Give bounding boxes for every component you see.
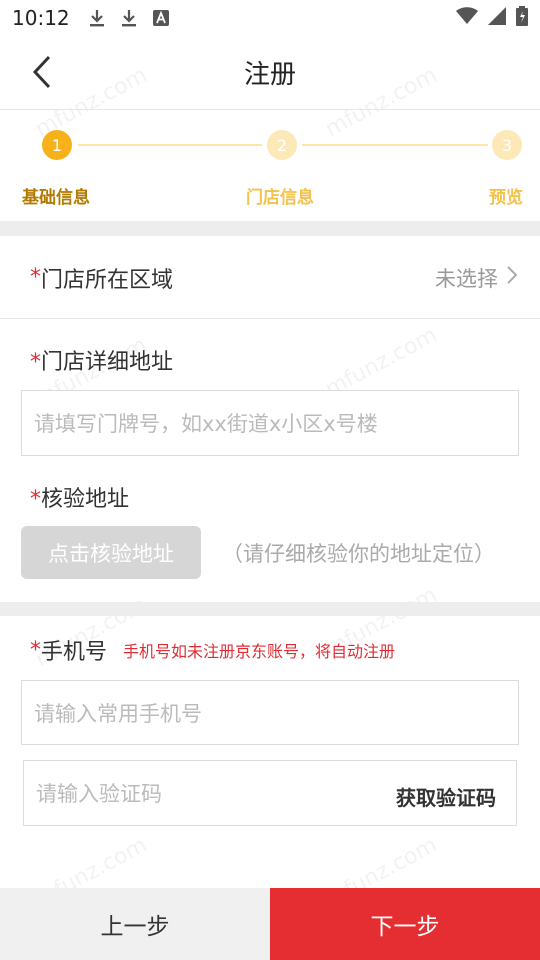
- wifi-icon: [456, 7, 478, 29]
- verify-hint: （请仔细核验你的地址定位）: [222, 542, 495, 566]
- download-icon: [120, 8, 138, 28]
- nav-bar: 注册: [0, 36, 540, 110]
- phone-tip: 手机号如未注册京东账号，将自动注册: [123, 642, 396, 661]
- phone-input[interactable]: 请输入常用手机号: [21, 680, 519, 745]
- required-mark: *: [30, 265, 41, 290]
- status-bar: 10:12: [0, 0, 540, 36]
- download-icon: [88, 8, 106, 28]
- chevron-right-icon: [506, 265, 518, 290]
- section-divider: [0, 221, 540, 236]
- verify-label-row: *核验地址: [30, 481, 129, 513]
- phone-label: 手机号: [41, 640, 108, 665]
- required-mark: *: [30, 637, 41, 663]
- signal-icon: [488, 7, 506, 29]
- region-selector[interactable]: * 门店所在区域 未选择: [0, 237, 540, 319]
- address-placeholder: 请填写门牌号，如xx街道x小区x号楼: [34, 412, 378, 436]
- address-label: 门店详细地址: [41, 350, 174, 375]
- region-label: 门店所在区域: [41, 267, 174, 293]
- page-title: 注册: [243, 60, 296, 90]
- code-placeholder: 请输入验证码: [36, 782, 162, 806]
- step-3-indicator: 3: [492, 130, 522, 160]
- phone-label-row: * 手机号 手机号如未注册京东账号，将自动注册: [30, 634, 395, 666]
- prev-step-button[interactable]: 上一步: [0, 888, 270, 960]
- address-input[interactable]: 请填写门牌号，如xx街道x小区x号楼: [21, 390, 519, 456]
- back-button[interactable]: [22, 54, 62, 94]
- step-connector: [302, 144, 488, 146]
- required-mark: *: [30, 350, 41, 375]
- step-1-label: 基础信息: [22, 188, 90, 208]
- region-value-text: 未选择: [435, 266, 498, 291]
- font-a-icon: [152, 8, 170, 28]
- get-code-button[interactable]: 获取验证码: [396, 782, 496, 811]
- stepper: 1 2 3 基础信息 门店信息 预览: [0, 111, 540, 221]
- chevron-left-icon: [31, 55, 53, 93]
- section-divider: [0, 602, 540, 616]
- region-value: 未选择: [435, 263, 518, 293]
- step-2-indicator: 2: [267, 130, 297, 160]
- verify-address-button[interactable]: 点击核验地址: [21, 526, 201, 579]
- step-2-label: 门店信息: [246, 188, 314, 208]
- step-1-indicator: 1: [42, 130, 72, 160]
- required-mark: *: [30, 487, 41, 512]
- phone-placeholder: 请输入常用手机号: [34, 701, 202, 726]
- step-3-label: 预览: [489, 188, 523, 208]
- step-connector: [78, 144, 262, 146]
- verify-label: 核验地址: [41, 487, 130, 512]
- next-step-button[interactable]: 下一步: [270, 888, 540, 960]
- bottom-bar: 上一步 下一步: [0, 888, 540, 960]
- battery-icon: [516, 6, 528, 30]
- status-time: 10:12: [12, 6, 70, 30]
- address-label-row: *门店详细地址: [30, 344, 173, 376]
